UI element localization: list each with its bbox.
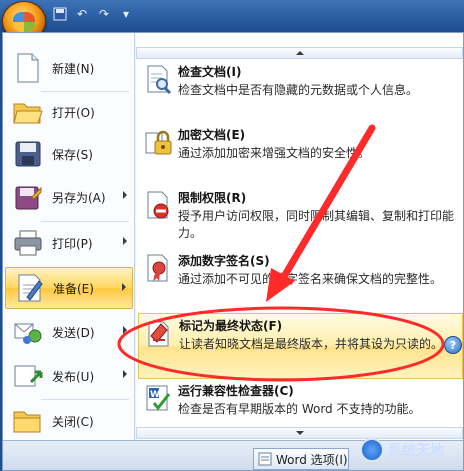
watermark: 系统天地 bbox=[360, 438, 444, 462]
close-folder-icon bbox=[11, 404, 45, 438]
new-document-icon bbox=[11, 51, 45, 85]
menu-item-label: 打印(P) bbox=[52, 236, 93, 251]
menu-item-label: 保存(S) bbox=[52, 147, 93, 162]
submenu-arrow-icon bbox=[123, 191, 127, 199]
submenu-arrow-icon bbox=[123, 237, 127, 245]
customize-dropdown-icon[interactable]: ▾ bbox=[118, 6, 134, 22]
mark-final-icon bbox=[139, 314, 179, 378]
scroll-up-button[interactable] bbox=[136, 47, 463, 59]
encrypt-lock-icon bbox=[138, 123, 178, 185]
printer-icon bbox=[11, 226, 45, 260]
menu-item-prepare[interactable]: 准备(E) bbox=[5, 267, 133, 309]
menu-item-open[interactable]: 打开(O) bbox=[5, 91, 133, 133]
redo-icon[interactable]: ↷ bbox=[96, 6, 112, 22]
prepare-item-signature[interactable]: 添加数字签名(S) 通过添加不可见的数字签名来确保文档的完整性。 bbox=[138, 249, 463, 317]
submenu-arrow-icon bbox=[122, 283, 126, 291]
menu-item-save-as[interactable]: 另存为(A) bbox=[5, 176, 133, 218]
word-options-label: Word 选项(I) bbox=[276, 452, 348, 467]
menu-item-label: 关闭(C) bbox=[52, 414, 94, 429]
prepare-item-desc: 检查文档中是否有隐藏的元数据或个人信息。 bbox=[178, 83, 419, 97]
prepare-item-mark-final[interactable]: 标记为最终状态(F) 让读者知晓文档是最终版本，并将其设为只读的。 bbox=[138, 313, 463, 379]
inspect-document-icon bbox=[138, 60, 178, 122]
office-menu: 新建(N) 打开(O) 保存(S) 另存为(A) 打印(P) 准备(E) 发送(… bbox=[2, 32, 464, 471]
prepare-item-title: 添加数字签名(S) bbox=[178, 254, 270, 268]
prepare-item-title: 检查文档(I) bbox=[178, 65, 242, 79]
menu-item-label: 发布(U) bbox=[52, 369, 95, 384]
menu-item-new[interactable]: 新建(N) bbox=[5, 47, 133, 89]
menu-item-save[interactable]: 保存(S) bbox=[5, 133, 133, 175]
prepare-item-desc: 让读者知晓文档是最终版本，并将其设为只读的。 bbox=[179, 337, 444, 351]
prepare-item-desc: 授予用户访问权限，同时限制其编辑、复制和打印能力。 bbox=[178, 209, 455, 240]
restrict-permission-icon bbox=[138, 186, 178, 258]
prepare-icon bbox=[12, 271, 46, 305]
prepare-item-desc: 通过添加加密来增强文档的安全性。 bbox=[178, 146, 371, 160]
undo-icon[interactable]: ↶ bbox=[74, 6, 90, 22]
prepare-item-desc: 检查是否有早期版本的 Word 不支持的功能。 bbox=[178, 402, 421, 416]
menu-item-label: 准备(E) bbox=[53, 281, 94, 296]
title-bar: ↶ ↷ ▾ bbox=[0, 0, 464, 41]
save-as-icon bbox=[11, 180, 45, 214]
prepare-item-inspect[interactable]: 检查文档(I) 检查文档中是否有隐藏的元数据或个人信息。 bbox=[138, 60, 463, 122]
prepare-item-title: 加密文档(E) bbox=[178, 128, 246, 142]
watermark-logo-icon bbox=[360, 438, 384, 462]
folder-open-icon bbox=[11, 95, 45, 129]
chevron-up-icon bbox=[295, 51, 304, 55]
word-options-icon bbox=[258, 452, 272, 466]
save-disk-icon bbox=[11, 137, 45, 171]
save-quick-icon[interactable] bbox=[52, 6, 68, 22]
submenu-arrow-icon bbox=[123, 326, 127, 334]
menu-item-send[interactable]: 发送(D) bbox=[5, 311, 133, 353]
menu-item-publish[interactable]: 发布(U) bbox=[5, 355, 133, 397]
chevron-down-icon bbox=[295, 431, 304, 435]
digital-signature-icon bbox=[138, 249, 178, 317]
menu-item-label: 发送(D) bbox=[52, 325, 95, 340]
prepare-item-restrict[interactable]: 限制权限(R) 授予用户访问权限，同时限制其编辑、复制和打印能力。 bbox=[138, 186, 463, 258]
menu-item-label: 新建(N) bbox=[52, 61, 95, 76]
publish-icon bbox=[11, 359, 45, 393]
menu-item-close[interactable]: 关闭(C) bbox=[5, 400, 133, 442]
menu-item-print[interactable]: 打印(P) bbox=[5, 222, 133, 264]
menu-item-label: 打开(O) bbox=[52, 105, 95, 120]
prepare-item-title: 限制权限(R) bbox=[178, 191, 247, 205]
svg-text:W: W bbox=[150, 390, 160, 400]
prepare-item-title: 运行兼容性检查器(C) bbox=[178, 384, 294, 398]
quick-access-toolbar: ↶ ↷ ▾ bbox=[52, 6, 134, 22]
send-icon bbox=[11, 315, 45, 349]
watermark-text: 系统天地 bbox=[388, 443, 444, 459]
submenu-arrow-icon bbox=[123, 370, 127, 378]
word-options-button[interactable]: Word 选项(I) bbox=[253, 448, 349, 470]
prepare-item-encrypt[interactable]: 加密文档(E) 通过添加加密来增强文档的安全性。 bbox=[138, 123, 463, 185]
menu-item-label: 另存为(A) bbox=[52, 190, 106, 205]
help-icon[interactable]: ? bbox=[444, 336, 462, 354]
prepare-item-desc: 通过添加不可见的数字签名来确保文档的完整性。 bbox=[178, 272, 443, 286]
prepare-item-title: 标记为最终状态(F) bbox=[179, 319, 283, 333]
